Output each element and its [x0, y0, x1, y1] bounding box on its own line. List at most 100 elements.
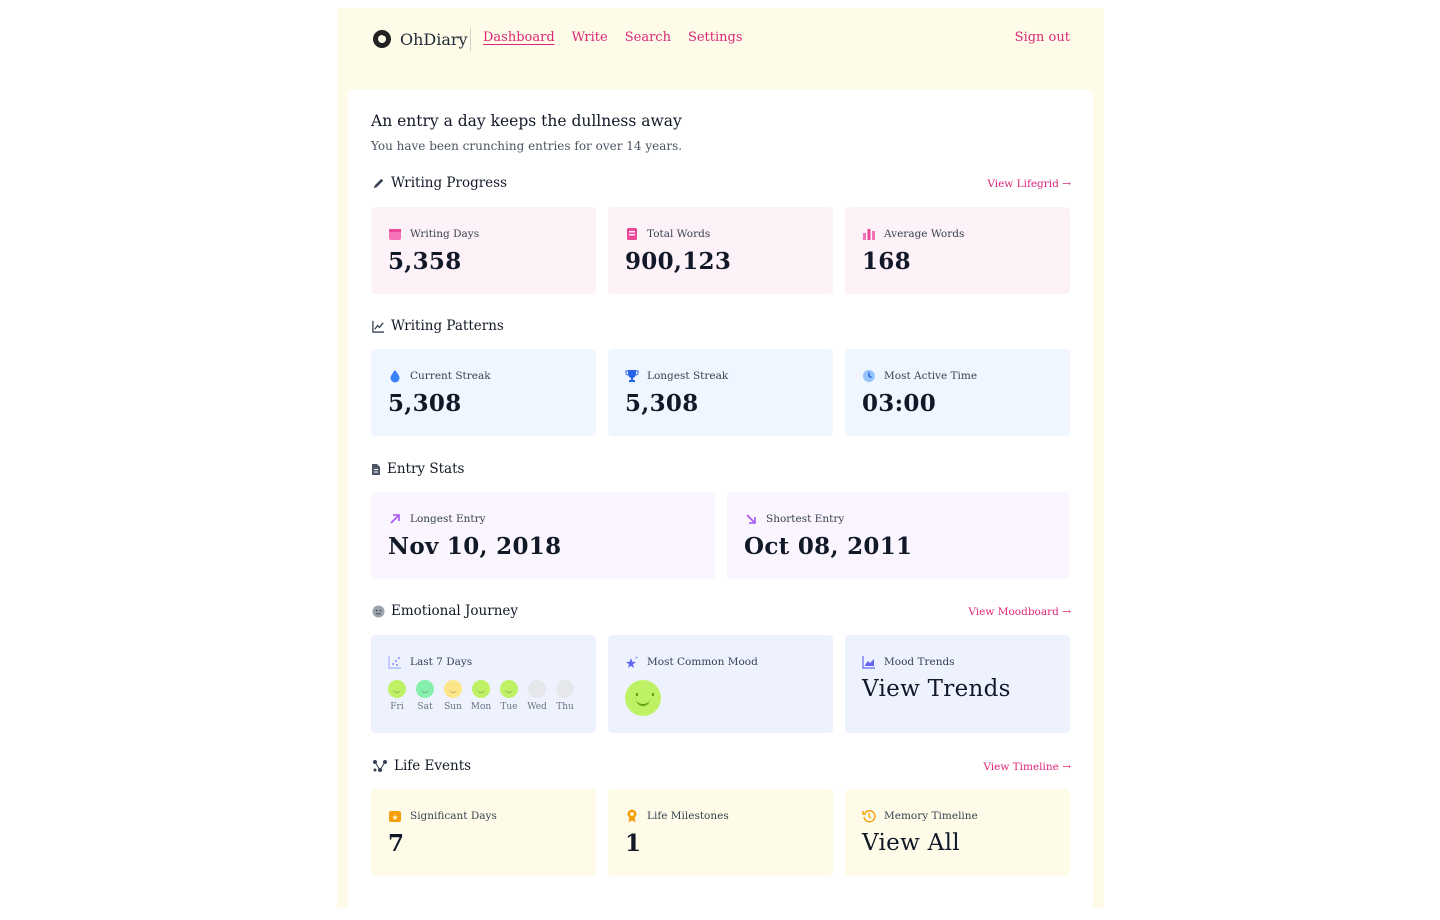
page-headline: An entry a day keeps the dullness away: [371, 112, 682, 130]
section-title: Entry Stats: [387, 461, 465, 477]
sparkle-star-icon: [625, 655, 639, 669]
most-active-time-value: 03:00: [862, 390, 937, 417]
view-moodboard-link[interactable]: View Moodboard →: [968, 606, 1071, 618]
main-nav: Dashboard Write Search Settings: [483, 30, 743, 45]
nodes-icon: [371, 759, 388, 773]
view-all-link[interactable]: View All: [862, 830, 960, 856]
book-icon: [625, 227, 639, 241]
mood-empty-icon: [556, 680, 574, 698]
longest-streak-card[interactable]: Longest Streak 5,308: [608, 349, 833, 436]
card-label: Longest Streak: [625, 369, 728, 383]
card-label-text: Last 7 Days: [410, 656, 473, 668]
nav-search[interactable]: Search: [625, 30, 671, 45]
day-label: Wed: [527, 702, 547, 712]
history-icon: [862, 809, 876, 823]
line-chart-icon: [371, 319, 385, 333]
total-words-value: 900,123: [625, 248, 732, 275]
life-milestones-value: 1: [625, 830, 642, 857]
day-label: Sat: [417, 702, 433, 712]
writing-days-card[interactable]: Writing Days 5,358: [371, 207, 596, 294]
shortest-entry-card[interactable]: Shortest Entry Oct 08, 2011: [727, 492, 1070, 579]
significant-days-value: 7: [388, 830, 405, 857]
mood-day[interactable]: Thu: [556, 680, 574, 712]
card-label: Mood Trends: [862, 655, 955, 669]
current-streak-value: 5,308: [388, 390, 462, 417]
total-words-card[interactable]: Total Words 900,123: [608, 207, 833, 294]
card-label-text: Memory Timeline: [884, 810, 978, 822]
card-label-text: Average Words: [884, 228, 965, 240]
card-label-text: Most Common Mood: [647, 656, 758, 668]
section-writing-patterns: Writing Patterns: [371, 318, 504, 334]
card-label-text: Mood Trends: [884, 656, 955, 668]
nav-dashboard[interactable]: Dashboard: [483, 30, 555, 45]
average-words-value: 168: [862, 248, 911, 275]
nav-divider: [470, 28, 471, 51]
app-shell: OhDiary Dashboard Write Search Settings …: [337, 8, 1104, 920]
longest-entry-value: Nov 10, 2018: [388, 533, 562, 560]
day-label: Tue: [500, 702, 518, 712]
face-icon: [371, 604, 385, 618]
calendar-icon: [388, 227, 402, 241]
shortest-entry-value: Oct 08, 2011: [744, 533, 913, 560]
view-lifegrid-link[interactable]: View Lifegrid →: [987, 178, 1071, 190]
mood-day[interactable]: Wed: [527, 680, 547, 712]
most-common-mood-card[interactable]: Most Common Mood: [608, 635, 833, 733]
nav-settings[interactable]: Settings: [688, 30, 743, 45]
section-title: Life Events: [394, 758, 472, 774]
day-label: Thu: [556, 702, 574, 712]
current-streak-card[interactable]: Current Streak 5,308: [371, 349, 596, 436]
card-label: Life Milestones: [625, 809, 729, 823]
trophy-icon: [625, 369, 639, 383]
card-label-text: Longest Entry: [410, 513, 486, 525]
last-7-days-card[interactable]: Last 7 Days Fri Sat Sun Mon Tue Wed Thu: [371, 635, 596, 733]
longest-entry-card[interactable]: Longest Entry Nov 10, 2018: [371, 492, 715, 579]
mood-smile-icon: [388, 680, 406, 698]
mood-smile-icon: [500, 680, 518, 698]
mood-trends-card[interactable]: Mood Trends View Trends: [845, 635, 1070, 733]
day-label: Sun: [444, 702, 462, 712]
card-label-text: Total Words: [647, 228, 711, 240]
day-label: Fri: [390, 702, 404, 712]
card-label: Average Words: [862, 227, 964, 241]
view-trends-link[interactable]: View Trends: [862, 676, 1011, 702]
average-words-card[interactable]: Average Words 168: [845, 207, 1070, 294]
sign-out-link[interactable]: Sign out: [1015, 30, 1070, 45]
mood-day[interactable]: Tue: [500, 680, 518, 712]
brand[interactable]: OhDiary: [373, 28, 468, 50]
bar-chart-icon: [862, 227, 876, 241]
mood-day[interactable]: Sun: [444, 680, 462, 712]
arrow-up-right-icon: [388, 512, 402, 526]
significant-days-card[interactable]: Significant Days 7: [371, 789, 596, 876]
life-milestones-card[interactable]: Life Milestones 1: [608, 789, 833, 876]
scatter-chart-icon: [388, 655, 402, 669]
mood-grin-icon: [416, 680, 434, 698]
memory-timeline-card[interactable]: Memory Timeline View All: [845, 789, 1070, 876]
calendar-star-icon: [388, 809, 402, 823]
mood-day[interactable]: Sat: [416, 680, 434, 712]
nav-write[interactable]: Write: [572, 30, 608, 45]
view-timeline-link[interactable]: View Timeline →: [983, 761, 1071, 773]
page-subline: You have been crunching entries for over…: [371, 139, 683, 153]
section-title: Writing Progress: [391, 175, 508, 191]
card-label-text: Life Milestones: [647, 810, 729, 822]
card-label-text: Longest Streak: [647, 370, 729, 382]
arrow-down-right-icon: [744, 512, 758, 526]
card-label: Current Streak: [388, 369, 491, 383]
card-label-text: Writing Days: [410, 228, 480, 240]
section-title: Emotional Journey: [391, 603, 519, 619]
most-active-time-card[interactable]: Most Active Time 03:00: [845, 349, 1070, 436]
drop-icon: [388, 369, 402, 383]
happy-face-icon: [625, 680, 661, 716]
mood-day[interactable]: Mon: [471, 680, 491, 712]
trend-chart-icon: [862, 655, 876, 669]
ohdiary-logo-icon: [373, 30, 391, 48]
top-navigation: OhDiary Dashboard Write Search Settings …: [337, 8, 1104, 88]
mood-empty-icon: [528, 680, 546, 698]
section-entry-stats: Entry Stats: [371, 461, 464, 477]
mood-week: Fri Sat Sun Mon Tue Wed Thu: [388, 680, 574, 712]
card-label: Last 7 Days: [388, 655, 472, 669]
card-label: Most Active Time: [862, 369, 977, 383]
section-writing-progress: Writing Progress: [371, 175, 507, 191]
mood-day[interactable]: Fri: [388, 680, 406, 712]
dashboard-panel: An entry a day keeps the dullness away Y…: [348, 90, 1093, 920]
